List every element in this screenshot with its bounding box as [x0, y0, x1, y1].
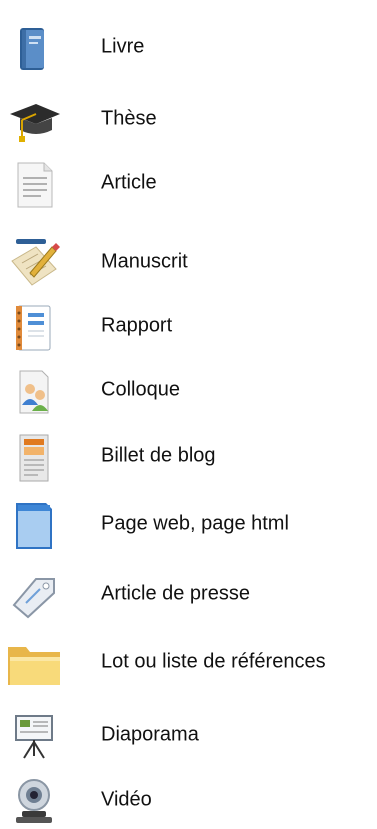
item-label: Livre	[101, 35, 145, 58]
document-icon	[6, 160, 62, 210]
item-label: Page web, page html	[101, 512, 289, 535]
list-item-book[interactable]: Livre	[0, 18, 377, 76]
list-item-manuscript[interactable]: Manuscrit	[0, 233, 377, 291]
list-item-thesis[interactable]: Thèse	[0, 90, 377, 148]
list-item-blog-post[interactable]: Billet de blog	[0, 427, 377, 485]
web-page-icon	[6, 501, 62, 551]
list-item-conference[interactable]: Colloque	[0, 361, 377, 419]
list-item-web-page[interactable]: Page web, page html	[0, 495, 377, 553]
item-label: Billet de blog	[101, 444, 216, 467]
item-label: Rapport	[101, 314, 173, 337]
press-tag-icon	[6, 571, 62, 621]
graduation-cap-icon	[6, 96, 62, 146]
item-label: Thèse	[101, 107, 157, 130]
pencil-manuscript-icon	[6, 239, 62, 289]
notebook-icon	[6, 303, 62, 353]
item-label: Vidéo	[101, 788, 152, 811]
people-document-icon	[6, 367, 62, 417]
item-label: Colloque	[101, 378, 180, 401]
webcam-icon	[6, 777, 62, 827]
item-label: Lot ou liste de références	[101, 650, 326, 673]
folder-icon	[6, 639, 62, 689]
item-label: Article	[101, 171, 157, 194]
list-item-reference-list[interactable]: Lot ou liste de références	[0, 633, 377, 691]
list-item-press-article[interactable]: Article de presse	[0, 565, 377, 623]
item-label: Diaporama	[101, 723, 199, 746]
blog-page-icon	[6, 433, 62, 483]
list-item-report[interactable]: Rapport	[0, 297, 377, 355]
item-label: Article de presse	[101, 582, 250, 605]
item-label: Manuscrit	[101, 250, 188, 273]
list-item-video[interactable]: Vidéo	[0, 771, 377, 829]
list-item-article[interactable]: Article	[0, 154, 377, 212]
list-item-slideshow[interactable]: Diaporama	[0, 706, 377, 764]
presentation-board-icon	[6, 712, 62, 762]
book-icon	[6, 24, 62, 74]
